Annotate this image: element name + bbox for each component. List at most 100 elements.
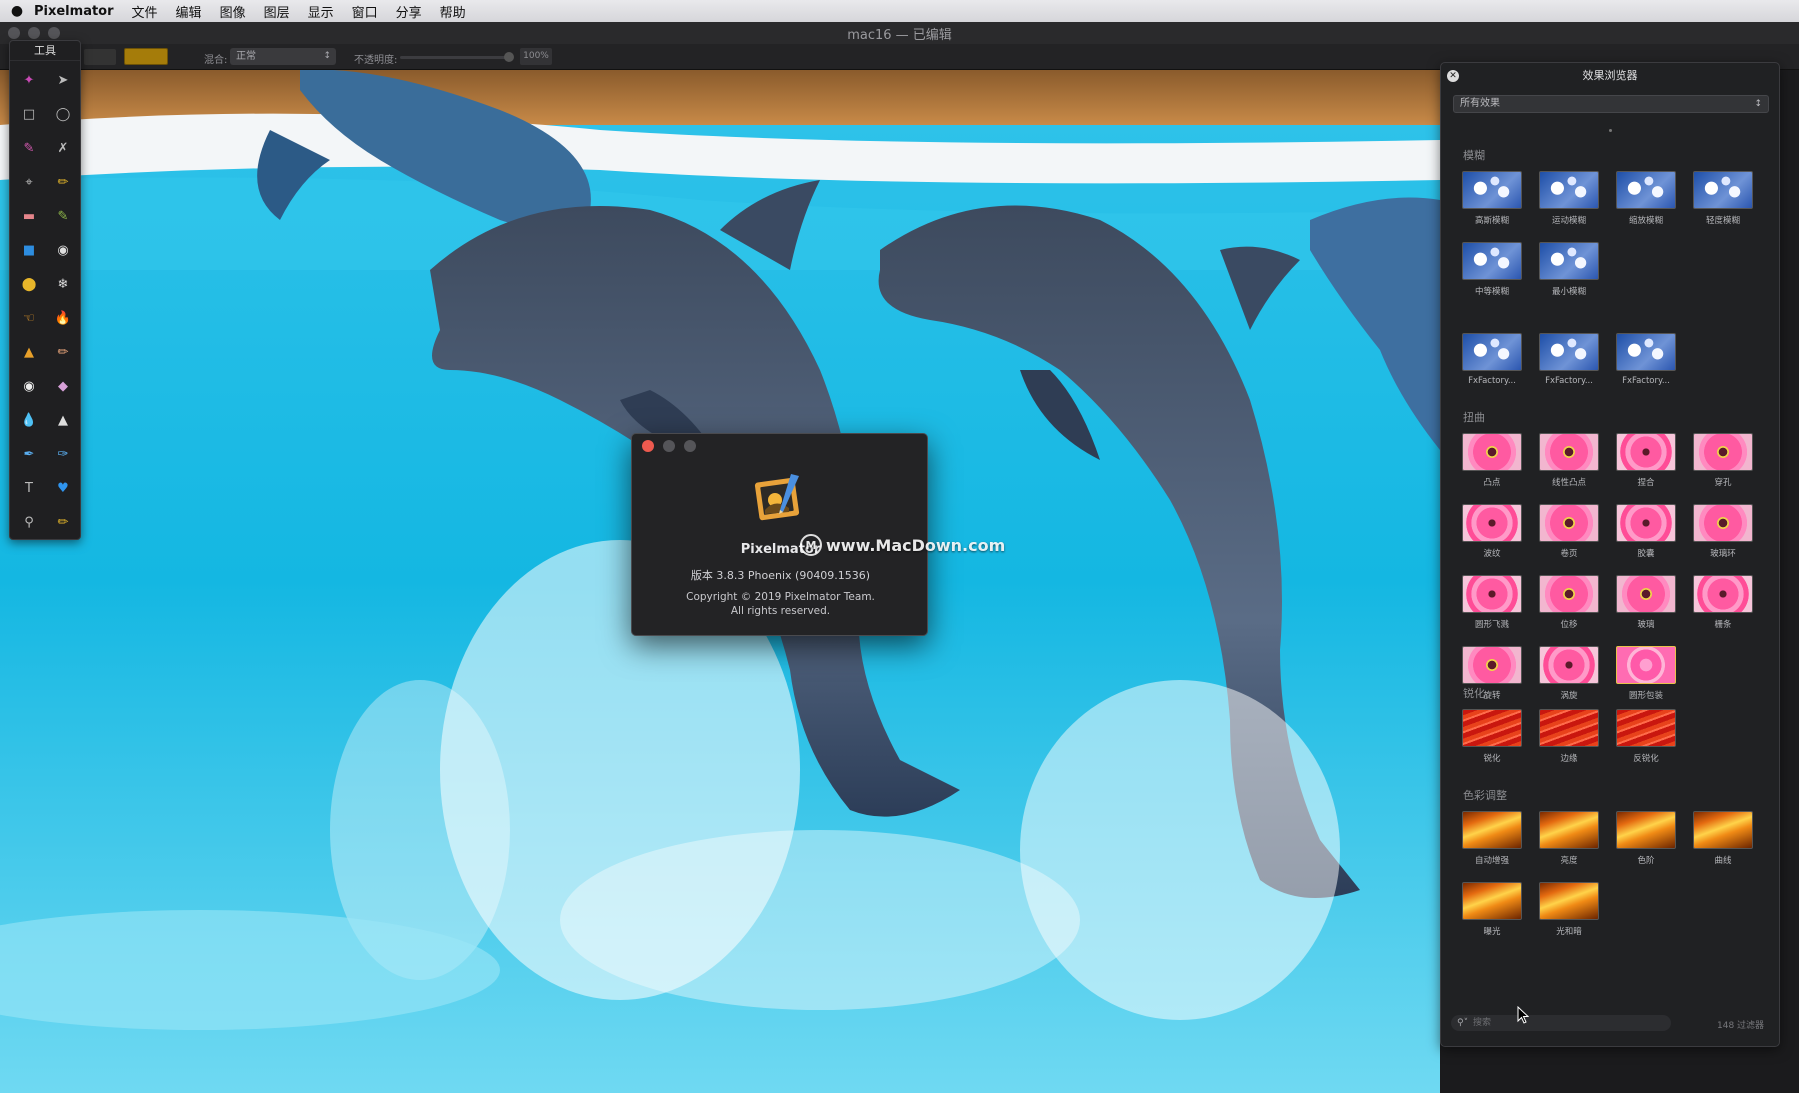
rectangle-shape-tool-icon[interactable]: ■ [12,237,46,263]
effect-unsharp[interactable]: 反锐化 [1613,709,1679,764]
effect-page-curl[interactable]: 卷页 [1536,504,1602,559]
lasso-tool-icon[interactable]: ✗ [46,135,80,161]
smudge-tool-icon[interactable]: ☜ [12,305,46,331]
effect-exposure[interactable]: 曝光 [1459,882,1525,937]
effect-circle-splash[interactable]: 圆形飞溅 [1459,575,1525,630]
effect-fxfactory-3[interactable]: FxFactory... [1613,333,1679,386]
effect-light-blur[interactable]: 轻度模糊 [1690,171,1756,226]
effect-label: FxFactory... [1545,376,1593,386]
effect-label: 胶囊 [1637,549,1655,559]
category-distort-title: 扭曲 [1463,411,1485,424]
close-panel-icon[interactable]: ✕ [1447,70,1459,82]
effect-curves[interactable]: 曲线 [1690,811,1756,866]
spray-tool-icon[interactable]: ❄ [46,271,80,297]
effect-gaussian-blur[interactable]: 高斯模糊 [1459,171,1525,226]
minimize-window-button[interactable] [28,27,40,39]
effect-medium-blur[interactable]: 中等模糊 [1459,242,1525,297]
effect-hole[interactable]: 穿孔 [1690,433,1756,488]
effect-thumbnail [1462,646,1522,684]
effect-linear-bump[interactable]: 线性凸点 [1536,433,1602,488]
apple-menu-icon[interactable]: ● [0,3,34,19]
effect-bump[interactable]: 凸点 [1459,433,1525,488]
menu-edit[interactable]: 编辑 [176,2,202,21]
effect-motion-blur[interactable]: 运动模糊 [1536,171,1602,226]
pen-tool-icon[interactable]: ✒ [12,441,46,467]
blend-mode-value: 正常 [236,51,256,62]
effect-thumbnail [1462,171,1522,209]
effect-ripple[interactable]: 波纹 [1459,504,1525,559]
opacity-slider[interactable] [400,52,514,62]
opacity-slider-knob[interactable] [504,52,514,62]
effect-auto-enhance[interactable]: 自动增强 [1459,811,1525,866]
effect-label: 捏合 [1637,478,1655,488]
effect-levels[interactable]: 色阶 [1613,811,1679,866]
effect-label: 色阶 [1637,856,1655,866]
freeform-pen-tool-icon[interactable]: ✑ [46,441,80,467]
menu-app-name[interactable]: Pixelmator [34,4,114,19]
magic-wand-tool-icon[interactable]: ✦ [12,67,46,93]
effect-displace[interactable]: 位移 [1536,575,1602,630]
effects-category-select[interactable]: 所有效果 ↕ [1453,95,1769,113]
effect-circular-wrap[interactable]: 圆形包装 [1613,646,1679,701]
effect-edges[interactable]: 边缘 [1536,709,1602,764]
sponge-tool-icon[interactable]: ◆ [46,373,80,399]
zoom-tool-icon[interactable]: ⚲ [12,509,46,535]
eraser-tool-icon[interactable]: ▬ [12,203,46,229]
watermark: M www.MacDown.com [800,534,1005,556]
effect-thumbnail [1462,882,1522,920]
menu-help[interactable]: 帮助 [440,2,466,21]
effect-bars[interactable]: 栅条 [1690,575,1756,630]
menu-image[interactable]: 图像 [220,2,246,21]
effect-glass[interactable]: 玻璃 [1613,575,1679,630]
opacity-value-field[interactable]: 100% [520,48,552,65]
sharpen-tool-icon[interactable]: ▲ [46,407,80,433]
effect-zoom-blur[interactable]: 缩放模糊 [1613,171,1679,226]
brush-select-tool-icon[interactable]: ✎ [12,135,46,161]
effect-capsule[interactable]: 胶囊 [1613,504,1679,559]
about-version: 版本 3.8.3 Phoenix (90409.1536) [690,569,871,582]
dialog-close-button[interactable] [642,440,654,452]
effect-pinch[interactable]: 捏合 [1613,433,1679,488]
effect-sharpen[interactable]: 锐化 [1459,709,1525,764]
effect-thumbnail [1539,575,1599,613]
effect-light-dark[interactable]: 光和暗 [1536,882,1602,937]
custom-shape-tool-icon[interactable]: ♥ [46,475,80,501]
zoom-window-button[interactable] [48,27,60,39]
effect-vortex[interactable]: 涡旋 [1536,646,1602,701]
effect-brightness[interactable]: 亮度 [1536,811,1602,866]
menu-file[interactable]: 文件 [132,2,158,21]
eyedropper-tool-icon[interactable]: ✏ [46,169,80,195]
effect-glass-ring[interactable]: 玻璃环 [1690,504,1756,559]
color-swatch[interactable] [124,48,168,65]
blend-mode-select[interactable]: 正常 ↕ [230,48,336,65]
red-eye-tool-icon[interactable]: ◉ [12,373,46,399]
effect-fxfactory-2[interactable]: FxFactory... [1536,333,1602,386]
effect-label: 缩放模糊 [1628,216,1663,226]
effect-label: 自动增强 [1474,856,1509,866]
blur-drop-tool-icon[interactable]: 💧 [12,407,46,433]
ellipse-select-tool-icon[interactable]: ◯ [46,101,80,127]
pencil-tool-icon[interactable]: ✏ [46,339,80,365]
pointer-tool-icon[interactable]: ➤ [46,67,80,93]
category-color-adjust-title: 色彩调整 [1463,789,1507,802]
close-window-button[interactable] [8,27,20,39]
paint-brush-tool-icon[interactable]: ✎ [46,203,80,229]
effects-search-input[interactable]: ⚲˅ 搜索 [1451,1015,1671,1031]
stamp-tool-icon[interactable]: ▲ [12,339,46,365]
color-picker-tool-icon[interactable]: ✏ [46,509,80,535]
effect-fxfactory-1[interactable]: FxFactory... [1459,333,1525,386]
menu-view[interactable]: 显示 [308,2,334,21]
burn-tool-icon[interactable]: 🔥 [46,305,80,331]
ellipse-shape-tool-icon[interactable]: ⬤ [12,271,46,297]
effect-min-blur[interactable]: 最小模糊 [1536,242,1602,297]
crop-tool-icon[interactable]: ⌖ [12,169,46,195]
menu-window[interactable]: 窗口 [352,2,378,21]
text-tool-icon[interactable]: T [12,475,46,501]
menu-share[interactable]: 分享 [396,2,422,21]
rect-select-tool-icon[interactable]: □ [12,101,46,127]
menu-layer[interactable]: 图层 [264,2,290,21]
paint-bucket-tool-icon[interactable]: ◉ [46,237,80,263]
effect-label: 曲线 [1714,856,1732,866]
effect-thumbnail [1693,811,1753,849]
brush-preset-picker[interactable] [84,49,116,65]
